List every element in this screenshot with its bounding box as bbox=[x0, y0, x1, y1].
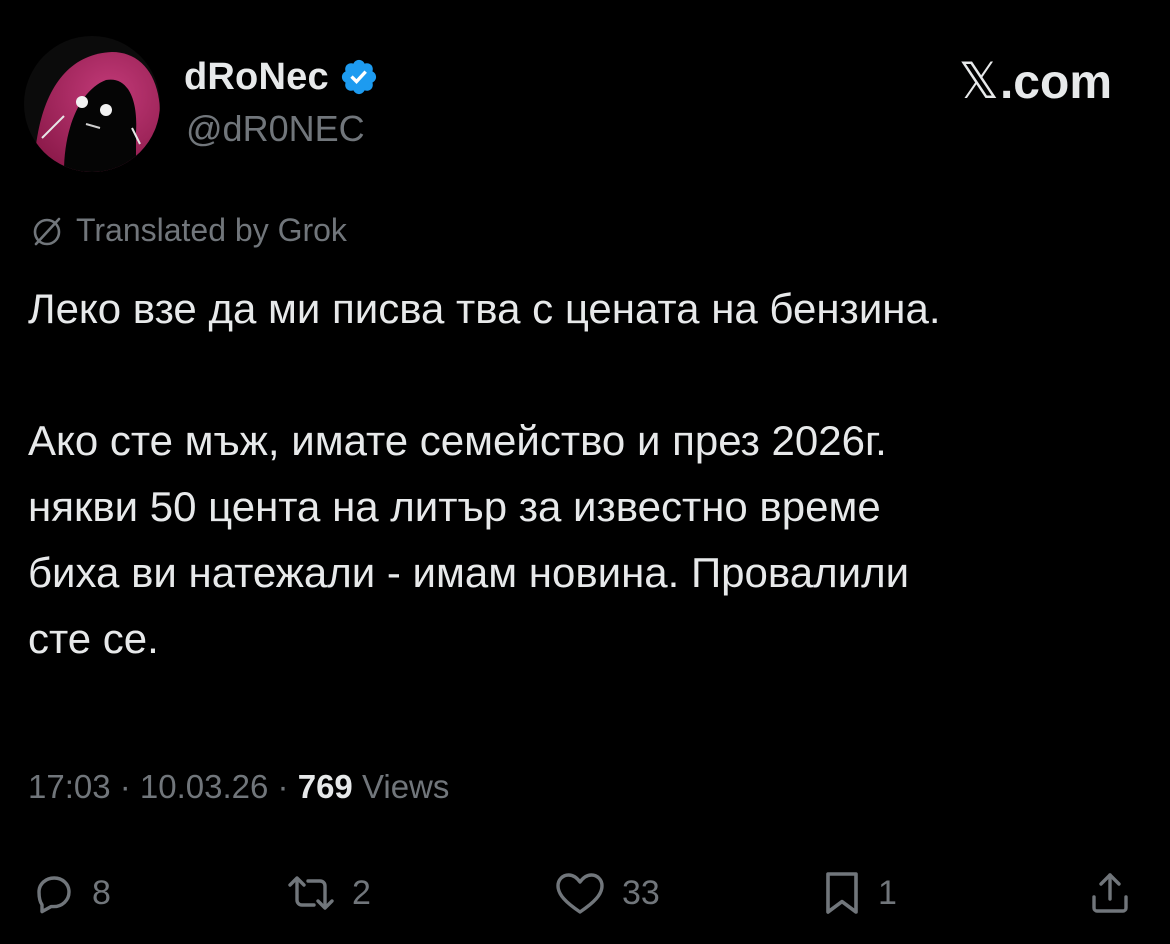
repost-button[interactable]: 2 bbox=[284, 860, 371, 926]
tweet-line: Леко взе да ми писва тва с цената на бен… bbox=[28, 285, 941, 332]
bookmark-count: 1 bbox=[878, 873, 897, 912]
views-label: Views bbox=[352, 768, 450, 805]
x-logo-icon: 𝕏 bbox=[958, 52, 999, 110]
heart-icon bbox=[556, 873, 604, 914]
tweet-text: Леко взе да ми писва тва с цената на бен… bbox=[28, 276, 1148, 672]
reply-count: 8 bbox=[92, 873, 111, 912]
meta-separator: · bbox=[110, 768, 140, 805]
translate-icon bbox=[33, 217, 61, 245]
translation-notice[interactable]: Translated by Grok bbox=[30, 212, 347, 249]
tweet-line: биха ви натежали - имам новина. Провалил… bbox=[28, 549, 910, 596]
views-count: 769 bbox=[297, 768, 353, 805]
tweet-time[interactable]: 17:03 bbox=[28, 768, 111, 806]
share-button[interactable] bbox=[1086, 860, 1134, 926]
tweet-line: някви 50 цента на литър за известно врем… bbox=[28, 483, 881, 530]
reply-icon bbox=[37, 876, 71, 914]
action-bar: 8 2 33 1 bbox=[0, 860, 1170, 926]
tweet-line: Ако сте мъж, имате семейство и през 2026… bbox=[28, 417, 887, 464]
like-count: 33 bbox=[622, 873, 660, 912]
like-button[interactable]: 33 bbox=[552, 860, 660, 926]
x-com-logo: 𝕏 .com bbox=[959, 52, 1112, 110]
translation-label: Translated by Grok bbox=[76, 212, 347, 248]
avatar-image bbox=[24, 36, 160, 172]
tweet-line: сте се. bbox=[28, 615, 159, 662]
reply-button[interactable]: 8 bbox=[30, 860, 111, 926]
avatar[interactable] bbox=[24, 36, 160, 172]
author-handle[interactable]: @dR0NEC bbox=[186, 108, 365, 150]
bookmark-button[interactable]: 1 bbox=[820, 860, 897, 926]
bookmark-icon bbox=[826, 872, 858, 914]
verified-badge-icon bbox=[341, 59, 376, 95]
share-icon bbox=[1092, 873, 1128, 913]
author-name-row[interactable]: dRoNec bbox=[184, 52, 379, 102]
repost-count: 2 bbox=[352, 873, 371, 912]
author-display-name[interactable]: dRoNec bbox=[184, 56, 329, 99]
brand-suffix: .com bbox=[999, 56, 1112, 109]
meta-separator: · bbox=[268, 768, 298, 805]
repost-icon bbox=[288, 876, 334, 910]
tweet-date[interactable]: 10.03.26 bbox=[140, 768, 268, 806]
tweet-meta: 17:03 · 10.03.26 · 769 Views bbox=[28, 768, 449, 806]
